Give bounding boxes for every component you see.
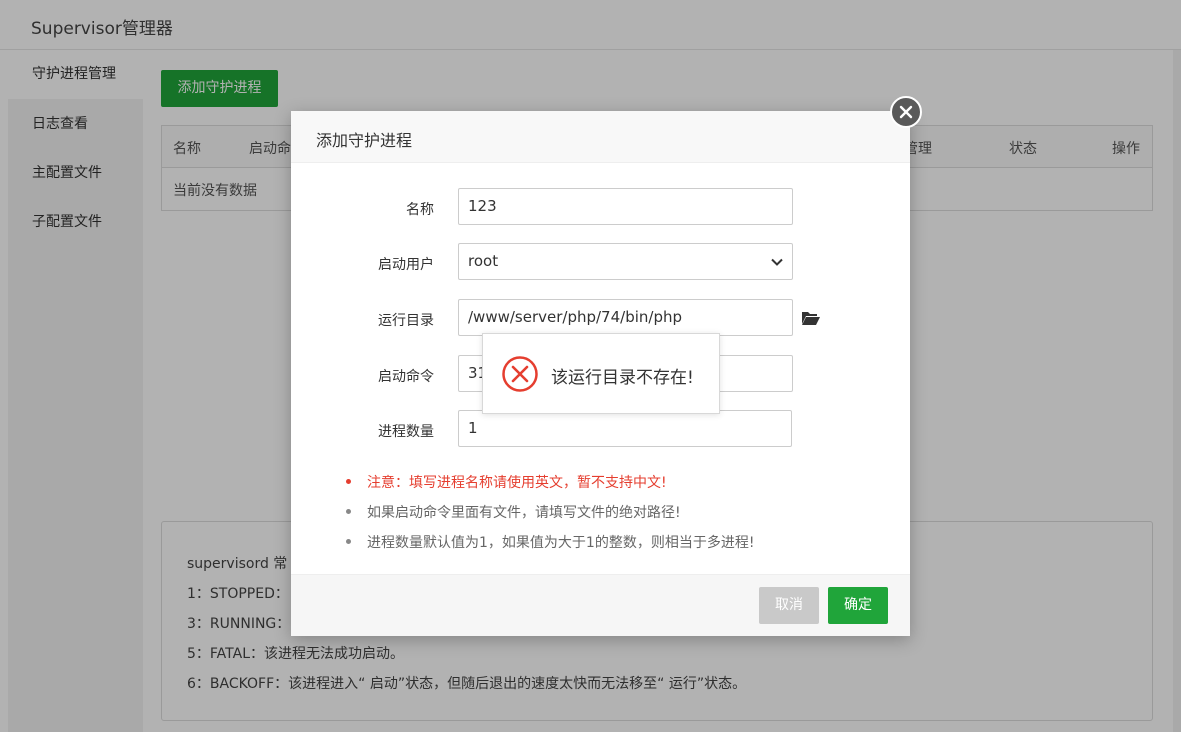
error-circle-icon: [502, 356, 538, 392]
note-warning: 注意：填写进程名称请使用英文，暂不支持中文!: [346, 472, 667, 492]
user-select-value: root: [468, 252, 499, 270]
dir-label: 运行目录: [378, 313, 434, 329]
note-path-text: 如果启动命令里面有文件，请填写文件的绝对路径!: [367, 505, 681, 521]
cancel-button[interactable]: 取消: [759, 587, 819, 624]
dir-input[interactable]: /www/server/php/74/bin/php: [458, 299, 793, 336]
folder-open-icon[interactable]: [801, 310, 821, 326]
count-label: 进程数量: [378, 424, 434, 440]
note-path: 如果启动命令里面有文件，请填写文件的绝对路径!: [346, 502, 681, 522]
dialog-close-button[interactable]: [890, 96, 922, 128]
error-toast: 该运行目录不存在!: [482, 333, 720, 414]
note-warning-text: 注意：填写进程名称请使用英文，暂不支持中文!: [367, 475, 667, 491]
cmd-label: 启动命令: [378, 369, 434, 385]
bullet-dot: [346, 538, 351, 544]
close-icon: [899, 105, 913, 119]
note-count: 进程数量默认值为1，如果值为大于1的整数，则相当于多进程!: [346, 532, 754, 552]
chevron-down-icon: [771, 258, 783, 266]
note-count-text: 进程数量默认值为1，如果值为大于1的整数，则相当于多进程!: [367, 535, 755, 551]
toast-message: 该运行目录不存在!: [551, 368, 694, 388]
dialog-title: 添加守护进程: [316, 131, 413, 150]
count-input[interactable]: 1: [458, 410, 792, 447]
name-label: 名称: [406, 202, 434, 218]
bullet-dot: [346, 478, 351, 484]
name-input[interactable]: 123: [458, 188, 793, 225]
confirm-button[interactable]: 确定: [828, 587, 888, 624]
user-label: 启动用户: [378, 257, 434, 273]
bullet-dot: [346, 508, 351, 514]
user-select[interactable]: root: [458, 243, 793, 280]
